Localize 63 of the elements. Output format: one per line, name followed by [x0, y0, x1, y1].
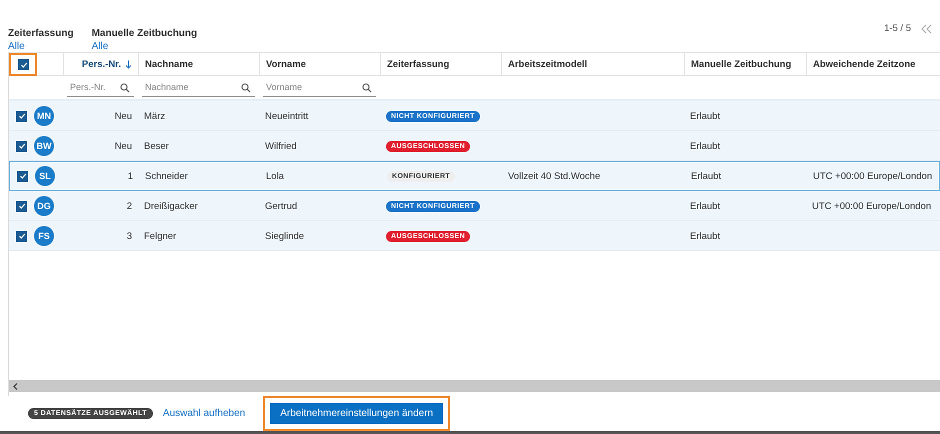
- table-cell: Wilfried: [265, 140, 297, 152]
- table-cell: 3: [126, 230, 132, 242]
- clear-selection-link[interactable]: Auswahl aufheben: [162, 408, 246, 419]
- table-cell: UTC +00:00 Europe/London: [813, 170, 932, 182]
- search-icon: [120, 83, 130, 93]
- avatar: FS: [34, 226, 54, 246]
- avatar: DG: [34, 196, 54, 216]
- column-header[interactable]: Pers.-Nr.: [82, 59, 121, 70]
- table-cell: Neueintritt: [265, 110, 308, 122]
- table-cell: Erlaubt: [690, 230, 720, 242]
- column-header[interactable]: Abweichende Zeitzone: [813, 59, 916, 70]
- check-icon: [20, 60, 28, 68]
- table-cell: UTC +00:00 Europe/London: [812, 200, 932, 212]
- column-header[interactable]: Vorname: [266, 59, 306, 70]
- table-cell: Erlaubt: [691, 170, 722, 182]
- table-cell: Erlaubt: [690, 200, 720, 212]
- table-cell: 2: [126, 200, 132, 212]
- table-cell: Felgner: [144, 230, 176, 242]
- table-cell: Sieglinde: [265, 230, 304, 242]
- column-header[interactable]: Manuelle Zeitbuchung: [691, 59, 792, 70]
- table-cell: Vollzeit 40 Std.Woche: [508, 170, 600, 182]
- table-cell: Erlaubt: [690, 140, 720, 152]
- table-cell: Erlaubt: [690, 110, 720, 122]
- search-field[interactable]: Vorname: [263, 78, 376, 97]
- filter-value[interactable]: Alle: [92, 41, 198, 52]
- column-header[interactable]: Zeiterfassung: [387, 59, 450, 70]
- table-cell: März: [144, 110, 166, 122]
- filter-label: Zeiterfassung: [8, 28, 74, 39]
- search-icon: [241, 83, 251, 93]
- table-cell: Lola: [266, 170, 284, 182]
- filter-label: Manuelle Zeitbuchung: [92, 28, 198, 39]
- check-icon: [18, 142, 26, 150]
- search-field[interactable]: Pers.-Nr.: [67, 78, 134, 97]
- search-field[interactable]: Nachname: [142, 78, 255, 97]
- change-settings-button[interactable]: Arbeitnehmereinstellungen ändern: [270, 403, 444, 424]
- avatar: BW: [34, 136, 54, 156]
- check-icon: [18, 232, 26, 240]
- chevron-left-icon: [11, 382, 20, 390]
- search-icon: [362, 83, 372, 93]
- row-checkbox[interactable]: [16, 200, 27, 212]
- row-checkbox[interactable]: [17, 170, 28, 182]
- table-cell: Dreißigacker: [144, 200, 198, 212]
- horizontal-scrollbar[interactable]: [9, 380, 940, 392]
- check-icon: [18, 112, 26, 120]
- avatar: SL: [35, 166, 55, 186]
- table-cell: Gertrud: [265, 200, 298, 212]
- row-checkbox[interactable]: [16, 140, 27, 152]
- row-checkbox[interactable]: [16, 230, 27, 242]
- table-cell: Neu: [114, 140, 132, 152]
- select-all-checkbox[interactable]: [18, 59, 29, 70]
- check-icon: [18, 202, 26, 210]
- column-header[interactable]: Arbeitszeitmodell: [508, 59, 588, 70]
- row-checkbox[interactable]: [16, 110, 27, 122]
- check-icon: [18, 172, 26, 180]
- table-cell: Neu: [114, 110, 132, 122]
- table-cell: Beser: [144, 140, 169, 152]
- table-cell: 1: [128, 170, 133, 182]
- column-header[interactable]: Nachname: [145, 59, 194, 70]
- double-chevron-left-icon: [921, 24, 932, 34]
- filter-value[interactable]: Alle: [8, 41, 74, 52]
- avatar: MN: [34, 106, 54, 126]
- table-cell: Schneider: [145, 170, 188, 182]
- pagination-range: 1-5 / 5: [884, 23, 911, 34]
